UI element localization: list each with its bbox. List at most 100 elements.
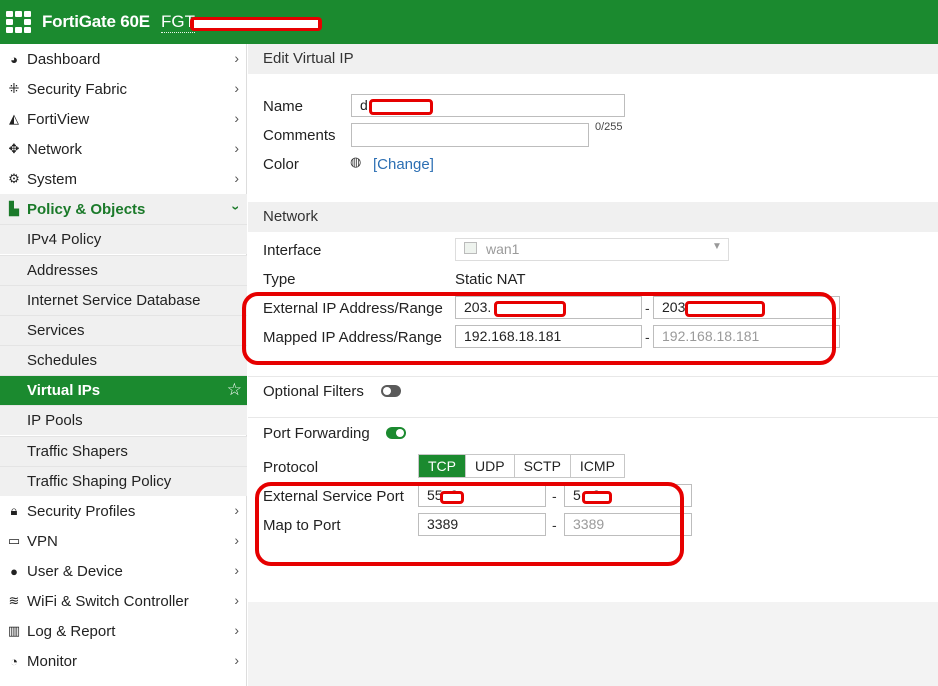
chevron-right-icon: › bbox=[234, 622, 239, 638]
sidebar-subitem-label: Services bbox=[27, 322, 85, 339]
sidebar-item-label: WiFi & Switch Controller bbox=[27, 592, 189, 610]
chevron-right-icon: › bbox=[234, 532, 239, 548]
sidebar-item-fortiview[interactable]: ◭ FortiView › bbox=[0, 104, 247, 134]
sidebar-item-label: Network bbox=[27, 140, 83, 158]
vpn-icon: ▭ bbox=[7, 533, 21, 548]
comments-textarea[interactable] bbox=[351, 123, 589, 147]
sidebar-subitem-label: Addresses bbox=[27, 262, 98, 279]
chevron-down-icon: › bbox=[228, 205, 245, 211]
chart-icon: ▥ bbox=[7, 623, 21, 638]
port-forwarding-toggle[interactable] bbox=[386, 427, 406, 439]
wifi-icon: ≋ bbox=[8, 593, 20, 608]
chevron-right-icon: › bbox=[234, 110, 239, 126]
chevron-right-icon: › bbox=[234, 170, 239, 186]
sidebar-item-label: Policy & Objects bbox=[27, 200, 146, 218]
protocol-udp-button[interactable]: UDP bbox=[466, 455, 515, 477]
monitor-icon: ◔ bbox=[10, 653, 18, 669]
fortiview-icon: ◭ bbox=[9, 111, 19, 126]
sidebar-subitem-label: Traffic Shapers bbox=[27, 443, 128, 460]
gear-icon: ⚙ bbox=[8, 171, 20, 186]
sidebar-item-system[interactable]: ⚙ System › bbox=[0, 164, 247, 194]
network-section-title: Network bbox=[248, 202, 938, 232]
comments-label: Comments bbox=[263, 127, 336, 144]
sidebar-item-user-device[interactable]: ● User & Device › bbox=[0, 556, 247, 586]
sidebar-item-network[interactable]: ✥ Network › bbox=[0, 134, 247, 164]
comments-counter: 0/255 bbox=[595, 121, 623, 133]
color-change-link[interactable]: [Change] bbox=[373, 156, 434, 173]
chevron-right-icon: › bbox=[234, 652, 239, 668]
policy-icon: ▙ bbox=[9, 201, 19, 216]
sidebar-subitem-addresses[interactable]: Addresses bbox=[0, 255, 247, 285]
sidebar-item-label: Security Fabric bbox=[27, 80, 128, 98]
redaction-inner bbox=[194, 20, 318, 28]
sidebar-subitem-label: Traffic Shaping Policy bbox=[27, 473, 172, 490]
sidebar-subitem-virtual-ips[interactable]: Virtual IPs ☆ bbox=[0, 375, 247, 405]
annotation-outline bbox=[255, 482, 684, 566]
sidebar-item-policy-objects[interactable]: ▙ Policy & Objects › bbox=[0, 194, 247, 224]
dropdown-caret-icon: ▼ bbox=[712, 241, 722, 252]
sidebar-subitem-label: Internet Service Database bbox=[27, 292, 201, 309]
port-icon bbox=[464, 242, 477, 254]
sidebar-item-label: System bbox=[27, 170, 78, 188]
type-label: Type bbox=[263, 271, 296, 288]
page-title: Edit Virtual IP bbox=[248, 44, 938, 74]
dashboard-icon: ◕ bbox=[10, 51, 18, 67]
sidebar-item-label: FortiView bbox=[27, 110, 90, 128]
chevron-right-icon: › bbox=[234, 140, 239, 156]
sidebar-subitem-label: IP Pools bbox=[27, 412, 83, 429]
chevron-right-icon: › bbox=[234, 50, 239, 66]
optional-filters-toggle[interactable] bbox=[381, 385, 401, 397]
interface-select[interactable]: wan1 bbox=[455, 238, 729, 261]
security-fabric-icon: ⁜ bbox=[8, 81, 20, 96]
favorite-star-icon[interactable]: ☆ bbox=[227, 380, 242, 400]
sidebar-item-vpn[interactable]: ▭ VPN › bbox=[0, 526, 247, 556]
sidebar-subitem-traffic-shaping-policy[interactable]: Traffic Shaping Policy bbox=[0, 466, 247, 496]
sidebar-item-log-report[interactable]: ▥ Log & Report › bbox=[0, 616, 247, 646]
color-label: Color bbox=[263, 156, 299, 173]
protocol-sctp-button[interactable]: SCTP bbox=[514, 455, 571, 477]
sidebar-item-label: Security Profiles bbox=[27, 502, 136, 520]
top-bar: FortiGate 60E FGT bbox=[0, 0, 938, 44]
user-icon: ● bbox=[10, 563, 18, 579]
sidebar-subitem-label: Virtual IPs bbox=[27, 382, 101, 399]
sidebar-subitem-internet-service-database[interactable]: Internet Service Database bbox=[0, 285, 247, 315]
sidebar-item-security-profiles[interactable]: 🔒︎ Security Profiles › bbox=[0, 496, 247, 526]
general-panel: Name d Comments 0/255 Color ◍ [Change] bbox=[248, 74, 938, 202]
redaction-mark bbox=[369, 99, 433, 115]
sidebar-item-wifi-switch[interactable]: ≋ WiFi & Switch Controller › bbox=[0, 586, 247, 616]
protocol-label: Protocol bbox=[263, 459, 319, 476]
fortinet-logo-icon bbox=[6, 11, 32, 33]
sidebar-subitem-traffic-shapers[interactable]: Traffic Shapers bbox=[0, 436, 247, 466]
protocol-icmp-button[interactable]: ICMP bbox=[570, 455, 624, 477]
sidebar-item-monitor[interactable]: ◔ Monitor › bbox=[0, 646, 247, 676]
sidebar-nav: ◕ Dashboard › ⁜ Security Fabric › ◭ Fort… bbox=[0, 44, 247, 686]
sidebar-item-label: Log & Report bbox=[27, 622, 116, 640]
color-swatch-icon: ◍ bbox=[350, 154, 362, 169]
chevron-right-icon: › bbox=[234, 80, 239, 96]
interface-label: Interface bbox=[263, 242, 322, 259]
optional-filters-label: Optional Filters bbox=[263, 383, 364, 400]
network-icon: ✥ bbox=[8, 141, 20, 156]
annotation-outline bbox=[242, 292, 836, 365]
name-label: Name bbox=[263, 98, 304, 115]
sidebar-item-label: Dashboard bbox=[27, 50, 101, 68]
sidebar-subitem-label: Schedules bbox=[27, 352, 98, 369]
port-forwarding-label: Port Forwarding bbox=[263, 425, 370, 442]
type-value: Static NAT bbox=[455, 271, 526, 288]
chevron-right-icon: › bbox=[234, 562, 239, 578]
device-model: FortiGate 60E bbox=[42, 12, 150, 31]
sidebar-item-label: User & Device bbox=[27, 562, 123, 580]
sidebar-item-label: Monitor bbox=[27, 652, 78, 670]
protocol-tcp-button[interactable]: TCP bbox=[419, 455, 466, 477]
sidebar-subitem-label: IPv4 Policy bbox=[27, 231, 102, 248]
sidebar-subitem-ipv4-policy[interactable]: IPv4 Policy bbox=[0, 224, 247, 254]
chevron-right-icon: › bbox=[234, 502, 239, 518]
protocol-selector: TCP UDP SCTP ICMP bbox=[418, 454, 625, 478]
sidebar-item-security-fabric[interactable]: ⁜ Security Fabric › bbox=[0, 74, 247, 104]
sidebar-subitem-schedules[interactable]: Schedules bbox=[0, 345, 247, 375]
lock-icon: 🔒︎ bbox=[10, 503, 18, 518]
sidebar-subitem-services[interactable]: Services bbox=[0, 315, 247, 345]
sidebar-subitem-ip-pools[interactable]: IP Pools bbox=[0, 405, 247, 435]
optional-filters-row: Optional Filters bbox=[248, 376, 938, 417]
sidebar-item-dashboard[interactable]: ◕ Dashboard › bbox=[0, 44, 247, 74]
